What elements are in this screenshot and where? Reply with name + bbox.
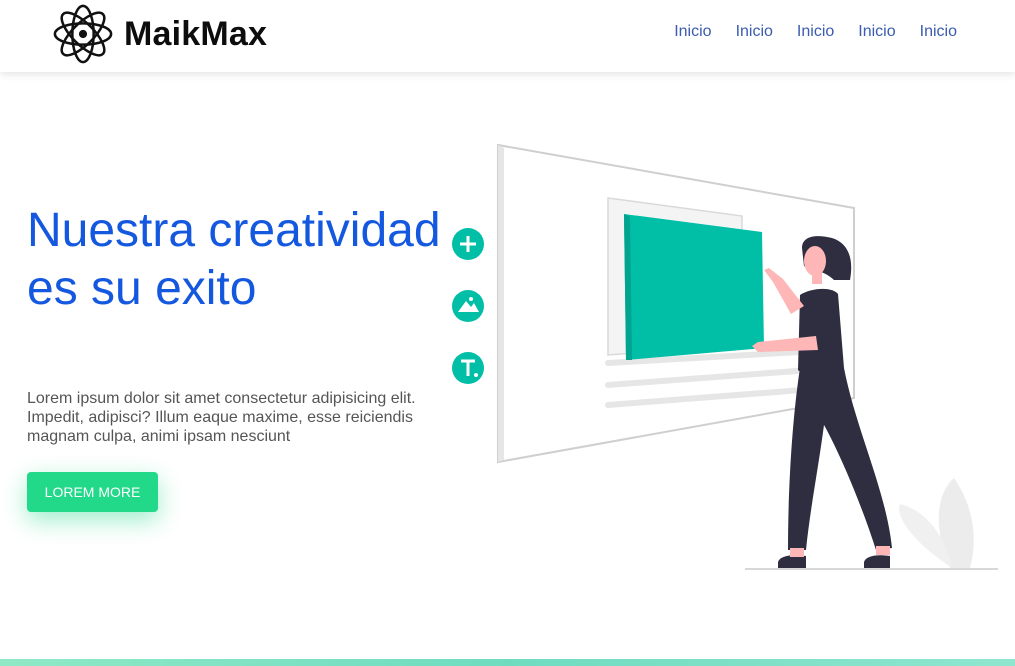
hero-illustration <box>452 143 998 570</box>
atom-icon <box>53 4 113 64</box>
nav-link-inicio-3[interactable]: Inicio <box>797 23 834 41</box>
nav-link-inicio-4[interactable]: Inicio <box>858 23 895 41</box>
brand-name: MaikMax <box>124 14 268 53</box>
site-header: MaikMax Inicio Inicio Inicio Inicio Inic… <box>0 0 1015 72</box>
main-nav: Inicio Inicio Inicio Inicio Inicio <box>674 23 957 41</box>
hero-description: Lorem ipsum dolor sit amet consectetur a… <box>27 390 416 445</box>
bottom-accent-bar <box>0 659 1015 666</box>
nav-link-inicio-1[interactable]: Inicio <box>674 23 711 41</box>
text-icon <box>452 352 484 384</box>
page: MaikMax Inicio Inicio Inicio Inicio Inic… <box>0 0 1015 666</box>
plus-icon <box>452 228 484 260</box>
nav-link-inicio-2[interactable]: Inicio <box>736 23 773 41</box>
plant-decoration <box>899 478 974 568</box>
hero-title: Nuestra creatividad es su exito <box>27 204 441 315</box>
image-icon <box>452 290 484 322</box>
brand[interactable]: MaikMax <box>52 3 267 65</box>
nav-link-inicio-5[interactable]: Inicio <box>920 23 957 41</box>
learn-more-button[interactable]: LOREM MORE <box>27 472 158 512</box>
